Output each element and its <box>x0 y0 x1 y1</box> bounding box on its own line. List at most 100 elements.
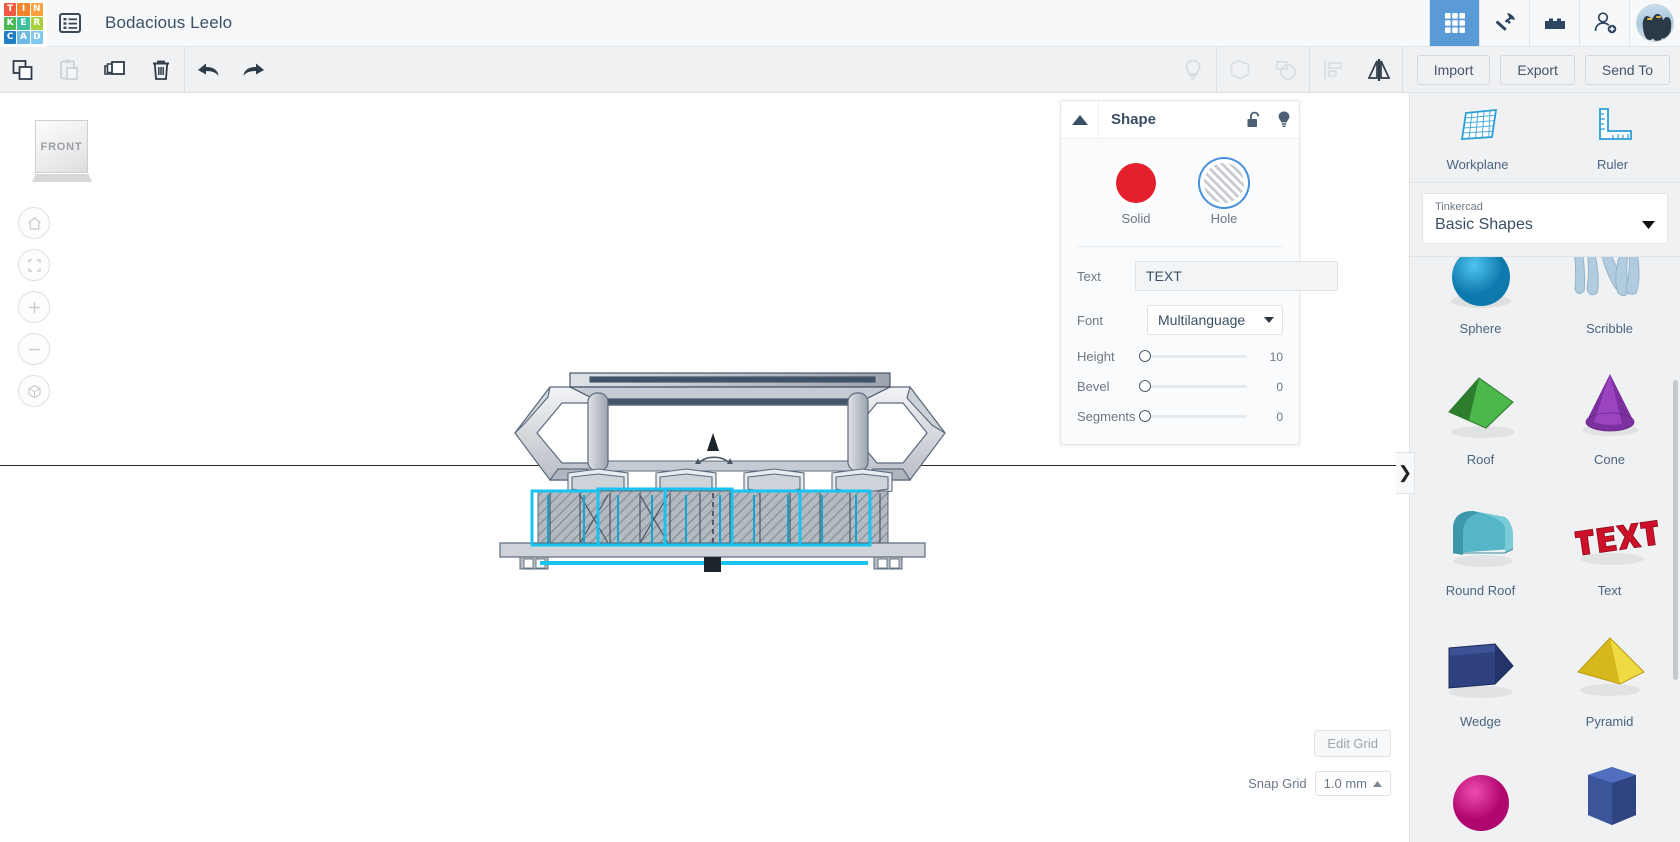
solid-option[interactable]: Solid <box>1116 163 1156 226</box>
edit-grid-button[interactable]: Edit Grid <box>1314 730 1391 757</box>
shape-label: Scribble <box>1586 321 1633 336</box>
library-collapse-handle[interactable]: ❯ <box>1396 452 1415 494</box>
shape-item-cone[interactable]: Cone <box>1545 344 1674 475</box>
height-slider[interactable] <box>1139 350 1247 362</box>
segments-slider[interactable] <box>1139 410 1247 422</box>
shape-item-half-sphere[interactable]: Half Sphere <box>1416 737 1545 842</box>
pyramid-art <box>1560 622 1660 710</box>
paste-button[interactable] <box>46 47 92 93</box>
perspective-toggle-button[interactable] <box>18 375 50 407</box>
document-title[interactable]: Bodacious Leelo <box>93 0 232 46</box>
hole-option[interactable]: Hole <box>1204 163 1244 226</box>
font-field-row: Font Multilanguage <box>1077 305 1283 335</box>
segments-slider-row: Segments 0 <box>1077 409 1283 424</box>
height-label: Height <box>1077 349 1115 364</box>
nav-codeblocks-button[interactable] <box>1479 0 1529 46</box>
top-bar: TINKERCAD Bodacious Leelo <box>0 0 1680 47</box>
text-field-row: Text <box>1077 261 1338 291</box>
shape-label: Round Roof <box>1445 583 1516 598</box>
shape-item-wedge[interactable]: Wedge <box>1416 606 1545 737</box>
group-button[interactable] <box>1217 47 1263 93</box>
snap-grid-select[interactable]: 1.0 mm <box>1314 771 1391 796</box>
font-value: Multilanguage <box>1158 312 1246 328</box>
segments-value: 0 <box>1276 409 1283 424</box>
delete-button[interactable] <box>138 47 184 93</box>
shape-item-sphere[interactable]: Sphere <box>1416 257 1545 344</box>
undo-arrow-icon <box>198 63 219 76</box>
chevron-up-icon <box>1071 114 1088 125</box>
toolbar-divider-4 <box>1401 46 1403 93</box>
unlocked-padlock-icon <box>1247 111 1260 127</box>
workplane-tool-button[interactable]: Workplane <box>1410 93 1545 182</box>
hole-label: Hole <box>1210 211 1238 226</box>
library-scrollbar[interactable] <box>1673 380 1678 680</box>
lock-toggle-button[interactable] <box>1239 111 1269 129</box>
shape-grid: Sphere Scribble Roof Cone Round Roof Tex… <box>1416 257 1674 842</box>
import-button[interactable]: Import <box>1416 54 1491 85</box>
document-list-button[interactable] <box>47 0 93 46</box>
view-cube[interactable]: FRONT <box>32 120 92 182</box>
solid-color-swatch[interactable] <box>1116 163 1156 203</box>
copy-button[interactable] <box>0 47 46 93</box>
minus-icon <box>28 348 40 350</box>
ruler-icon <box>1598 108 1632 140</box>
shape-grid-container[interactable]: Sphere Scribble Roof Cone Round Roof Tex… <box>1410 257 1680 842</box>
redo-arrow-icon <box>243 63 264 76</box>
home-view-button[interactable] <box>18 207 50 239</box>
shape-item-roof[interactable]: Roof <box>1416 344 1545 475</box>
undo-button[interactable] <box>185 47 231 93</box>
shape-item-hexagonal-prism[interactable]: Hexagonal Prism <box>1545 737 1674 842</box>
zoom-in-button[interactable] <box>18 291 50 323</box>
top-nav <box>1429 0 1629 46</box>
shape-item-pyramid[interactable]: Pyramid <box>1545 606 1674 737</box>
user-avatar-button[interactable] <box>1629 0 1680 46</box>
shape-item-round-roof[interactable]: Round Roof <box>1416 475 1545 606</box>
shape-light-button[interactable] <box>1269 110 1299 129</box>
shape-item-scribble[interactable]: Scribble <box>1545 257 1674 344</box>
redo-button[interactable] <box>231 47 277 93</box>
model-geometry <box>499 372 946 572</box>
chevron-down-icon <box>1642 216 1655 234</box>
zoom-out-button[interactable] <box>18 333 50 365</box>
bevel-label: Bevel <box>1077 379 1110 394</box>
ungroup-button[interactable] <box>1263 47 1309 93</box>
tinkercad-logo[interactable]: TINKERCAD <box>0 0 47 47</box>
bevel-slider[interactable] <box>1139 380 1247 392</box>
grid-icon <box>1444 13 1465 33</box>
roof-art <box>1431 360 1531 448</box>
send-to-button[interactable]: Send To <box>1584 54 1670 85</box>
duplicate-button[interactable] <box>92 47 138 93</box>
view-cube-face[interactable]: FRONT <box>35 120 88 173</box>
height-slider-knob[interactable] <box>1139 350 1151 362</box>
nav-designs-grid-button[interactable] <box>1429 0 1479 46</box>
text-input[interactable] <box>1135 261 1338 291</box>
fit-view-icon <box>27 258 41 272</box>
hole-swatch[interactable] <box>1204 163 1244 203</box>
segments-slider-knob[interactable] <box>1139 410 1151 422</box>
shape-panel-body: Solid Hole Text Font Multilanguage <box>1061 139 1338 444</box>
bevel-value: 0 <box>1276 379 1283 394</box>
export-button[interactable]: Export <box>1500 54 1575 85</box>
fit-to-view-button[interactable] <box>18 249 50 281</box>
shape-panel-header: Shape <box>1061 100 1299 139</box>
shape-item-text[interactable]: Text <box>1545 475 1674 606</box>
height-slider-row: Height 10 <box>1077 349 1283 364</box>
height-value: 10 <box>1269 349 1283 364</box>
nav-blocks-button[interactable] <box>1529 0 1579 46</box>
font-select[interactable]: Multilanguage <box>1147 305 1283 335</box>
selected-3d-model[interactable] <box>480 365 980 585</box>
shape-label: Pyramid <box>1585 714 1634 729</box>
logo-tile-t: T <box>4 3 17 16</box>
shape-panel-collapse-button[interactable] <box>1061 100 1099 139</box>
align-button[interactable] <box>1310 47 1356 93</box>
ruler-tool-button[interactable]: Ruler <box>1545 93 1680 182</box>
snap-grid-row: Snap Grid 1.0 mm <box>1248 771 1391 796</box>
light-button[interactable] <box>1170 47 1216 93</box>
shape-label: Text <box>1597 583 1622 598</box>
round-roof-art <box>1431 491 1531 579</box>
logo-tile-d: D <box>30 31 43 44</box>
nav-invite-button[interactable] <box>1579 0 1629 46</box>
mirror-button[interactable] <box>1356 47 1402 93</box>
bevel-slider-knob[interactable] <box>1139 380 1151 392</box>
shape-category-select[interactable]: Tinkercad Basic Shapes <box>1422 193 1668 244</box>
